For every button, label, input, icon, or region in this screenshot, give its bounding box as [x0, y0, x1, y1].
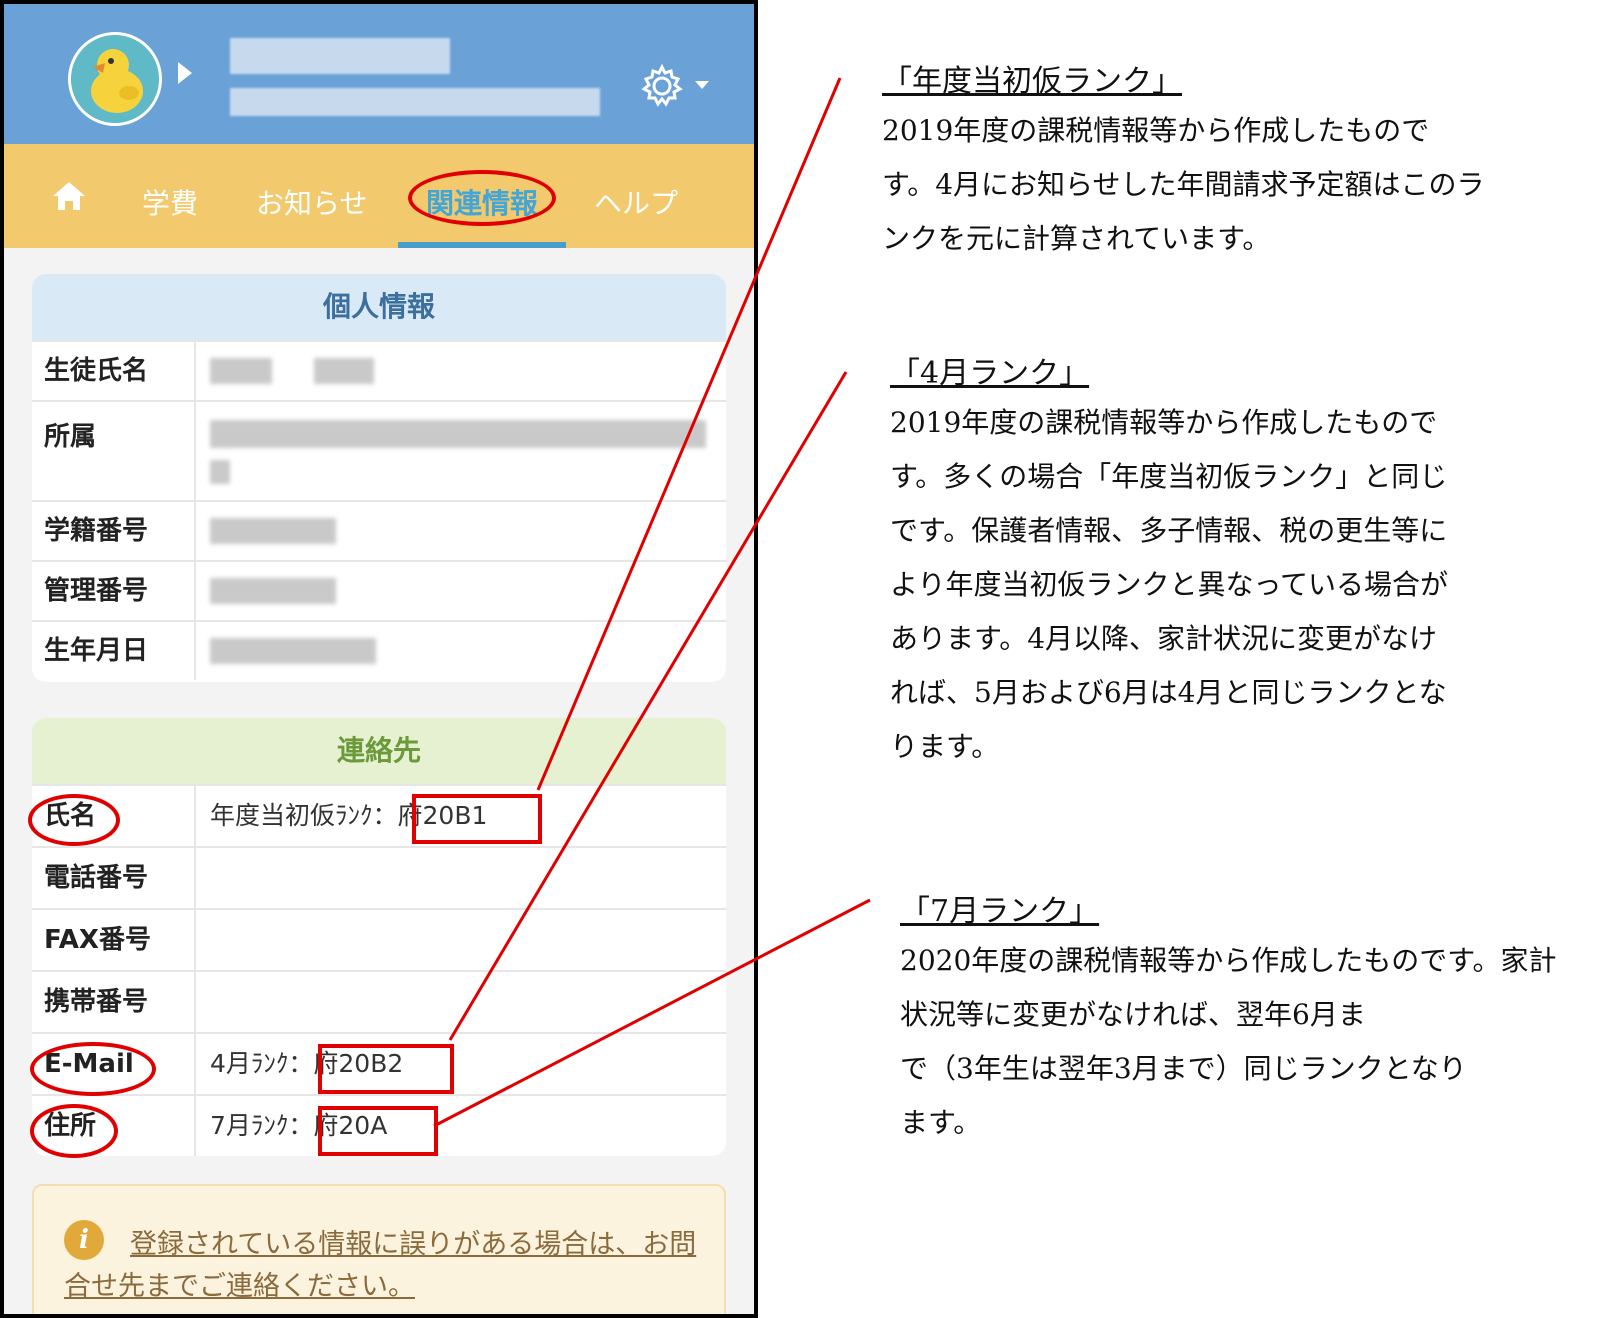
notice-link[interactable]: 登録されている情報に誤りがある場合は、お問合せ先までご連絡ください。	[64, 1224, 704, 1308]
annotation-line: ります。	[890, 730, 1000, 763]
row-value: 7月ﾗﾝｸ：府20A	[210, 1096, 726, 1156]
rank-prefix: 年度当初仮ﾗﾝｸ：	[210, 801, 398, 830]
row-value	[210, 910, 726, 970]
personal-info-title: 個人情報	[32, 274, 726, 340]
redacted-school	[230, 88, 600, 116]
row-value	[210, 972, 726, 1032]
table-row: 学籍番号	[32, 500, 726, 560]
row-label: 所属	[32, 402, 196, 500]
row-label: 生徒氏名	[32, 342, 196, 400]
nav-bar: 学費 お知らせ 関連情報 ヘルプ	[4, 144, 754, 248]
annotation-line: です。保護者情報、多子情報、税の更生等に	[890, 514, 1448, 547]
table-row: 電話番号	[32, 846, 726, 908]
annotation-body: 2019年度の課税情報等から作成したもので す。4月にお知らせした年間請求予定額…	[882, 104, 1602, 266]
phone-screenshot: 学費 お知らせ 関連情報 ヘルプ 個人情報 生徒氏名 所属 学籍番号 管理番号 …	[0, 0, 758, 1318]
annotation-line: れば、5月および6月は4月と同じランクとな	[890, 676, 1447, 709]
duck-icon	[71, 35, 159, 123]
row-label: 電話番号	[32, 848, 196, 908]
personal-info-card: 個人情報 生徒氏名 所属 学籍番号 管理番号 生年月日	[32, 274, 726, 682]
annotation-line: 2019年度の課税情報等から作成したもので	[890, 406, 1438, 439]
table-row: 携帯番号	[32, 970, 726, 1032]
annotation-line: ます。	[900, 1106, 982, 1139]
row-label: FAX番号	[32, 910, 196, 970]
annotation-line: 2020年度の課税情報等から作成したものです。家計状況等に変更がなければ、翌年6…	[900, 944, 1557, 1031]
row-value	[210, 402, 726, 500]
app-header	[4, 4, 754, 144]
table-row: 管理番号	[32, 560, 726, 620]
highlight-box-rank-april	[318, 1044, 454, 1094]
highlight-box-rank-july	[318, 1106, 438, 1156]
highlight-oval	[408, 170, 556, 226]
active-tab-indicator	[398, 242, 566, 248]
highlight-oval-email	[30, 1042, 156, 1096]
row-label: 携帯番号	[32, 972, 196, 1032]
rank-prefix: 4月ﾗﾝｸ：	[210, 1049, 314, 1078]
annotation-body: 2019年度の課税情報等から作成したもので す。多くの場合「年度当初仮ランク」と…	[890, 396, 1590, 774]
annotation-line: 2019年度の課税情報等から作成したもので	[882, 114, 1430, 147]
home-icon[interactable]	[52, 180, 86, 212]
rank-prefix: 7月ﾗﾝｸ：	[210, 1111, 314, 1140]
row-value	[210, 342, 726, 400]
avatar[interactable]	[68, 32, 162, 126]
notice-box: i 登録されている情報に誤りがある場合は、お問合せ先までご連絡ください。	[32, 1184, 726, 1314]
row-value	[210, 502, 726, 560]
row-value: 4月ﾗﾝｸ：府20B2	[210, 1034, 726, 1094]
annotation-line: あります。4月以降、家計状況に変更がなけ	[890, 622, 1438, 655]
table-row: 氏名 年度当初仮ﾗﾝｸ：府20B1	[32, 784, 726, 846]
highlight-oval-name	[28, 794, 120, 846]
annotation-line: ンクを元に計算されています。	[882, 222, 1271, 255]
contact-title: 連絡先	[32, 718, 726, 784]
row-label: 管理番号	[32, 562, 196, 620]
highlight-oval-address	[30, 1104, 118, 1158]
annotation-title: 「4月ランク」	[890, 356, 1090, 391]
row-value	[210, 622, 726, 680]
caret-down-icon[interactable]	[694, 80, 710, 90]
annotation-title: 「年度当初仮ランク」	[882, 64, 1182, 99]
highlight-box-rank-initial	[412, 794, 542, 844]
annotation-line: す。多くの場合「年度当初仮ランク」と同じ	[890, 460, 1448, 493]
annotation-body: 2020年度の課税情報等から作成したものです。家計状況等に変更がなければ、翌年6…	[900, 934, 1580, 1150]
row-label: 生年月日	[32, 622, 196, 680]
gear-icon[interactable]	[640, 64, 684, 108]
chevron-right-icon[interactable]	[176, 60, 194, 86]
annotation-line: す。4月にお知らせした年間請求予定額はこのラ	[882, 168, 1485, 201]
annotation-line: より年度当初仮ランクと異なっている場合が	[890, 568, 1449, 601]
row-value	[210, 562, 726, 620]
row-label: 学籍番号	[32, 502, 196, 560]
table-row: 生年月日	[32, 620, 726, 680]
row-value	[210, 848, 726, 908]
tab-help[interactable]: ヘルプ	[594, 182, 678, 222]
annotation-title: 「7月ランク」	[900, 894, 1100, 929]
table-row: FAX番号	[32, 908, 726, 970]
annotation-line: で（3年生は翌年3月まで）同じランクとなり	[900, 1052, 1467, 1085]
redacted-username	[230, 38, 450, 74]
tab-tuition[interactable]: 学費	[142, 182, 198, 222]
tab-notices[interactable]: お知らせ	[256, 182, 367, 222]
table-row: 生徒氏名	[32, 340, 726, 400]
table-row: 所属	[32, 400, 726, 500]
